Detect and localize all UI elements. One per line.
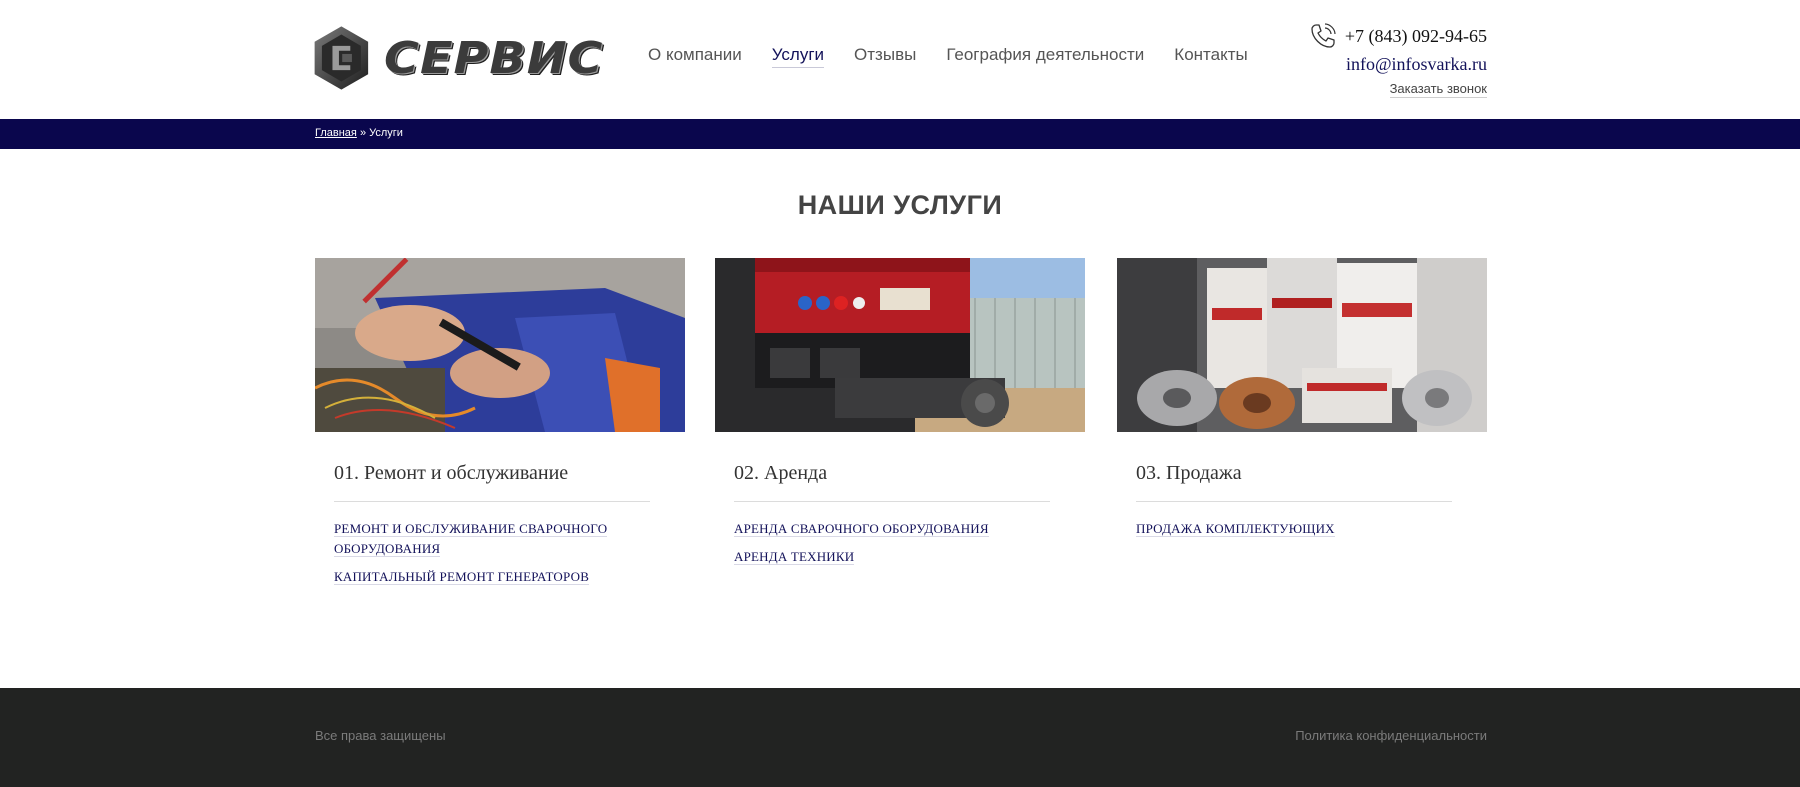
phone-number[interactable]: +7 (843) 092-94-65 bbox=[1345, 26, 1487, 47]
page-title: НАШИ УСЛУГИ bbox=[797, 190, 1003, 220]
list-item: Аренда техники bbox=[734, 547, 1034, 567]
service-links-list: Аренда сварочного оборудования Аренда те… bbox=[734, 519, 1034, 567]
welding-supplies-photo[interactable] bbox=[1117, 258, 1487, 432]
service-card-repair: 01. Ремонт и обслуживание Ремонт и обслу… bbox=[315, 258, 685, 595]
service-link[interactable]: Продажа комплектующих bbox=[1136, 521, 1335, 537]
breadcrumb-home-link[interactable]: Главная bbox=[315, 127, 357, 139]
breadcrumb-separator: » bbox=[359, 127, 367, 139]
breadcrumb: Главная » Услуги bbox=[315, 127, 403, 139]
list-item: Продажа комплектующих bbox=[1136, 519, 1436, 539]
supplies-photo-image bbox=[1117, 258, 1487, 432]
logo-hexagon-icon bbox=[314, 26, 369, 90]
site-header: СЕРВИС О компании Услуги Отзывы Географи… bbox=[0, 0, 1800, 119]
site-logo[interactable]: СЕРВИС bbox=[313, 17, 602, 99]
service-card-sales: 03. Продажа Продажа комплектующих bbox=[1117, 258, 1487, 547]
service-links-list: Ремонт и обслуживание сварочного оборудо… bbox=[334, 519, 634, 587]
breadcrumb-current: Услуги bbox=[369, 127, 403, 139]
generator-rental-photo[interactable] bbox=[715, 258, 1085, 432]
main-nav: О компании Услуги Отзывы География деяте… bbox=[648, 45, 1278, 68]
service-link[interactable]: Аренда сварочного оборудования bbox=[734, 521, 989, 537]
list-item: Ремонт и обслуживание сварочного оборудо… bbox=[334, 519, 634, 559]
repair-photo-image bbox=[315, 258, 685, 432]
nav-item-reviews[interactable]: Отзывы bbox=[854, 45, 916, 68]
header-contacts: +7 (843) 092-94-65 info@infosvarka.ru За… bbox=[1309, 22, 1487, 98]
copyright-text: Все права защищены bbox=[315, 728, 446, 743]
service-link[interactable]: Ремонт и обслуживание сварочного оборудо… bbox=[334, 521, 608, 557]
service-card-title: 02. Аренда bbox=[734, 462, 1050, 502]
service-link[interactable]: Аренда техники bbox=[734, 549, 855, 565]
service-link[interactable]: Капитальный ремонт генераторов bbox=[334, 569, 590, 585]
service-links-list: Продажа комплектующих bbox=[1136, 519, 1436, 539]
phone-icon bbox=[1311, 23, 1336, 48]
service-card-rental: 02. Аренда Аренда сварочного оборудовани… bbox=[715, 258, 1085, 575]
nav-item-about[interactable]: О компании bbox=[648, 45, 742, 68]
nav-item-contacts[interactable]: Контакты bbox=[1174, 45, 1247, 68]
repair-photo[interactable] bbox=[315, 258, 685, 432]
site-footer: Все права защищены Политика конфиденциал… bbox=[0, 688, 1800, 787]
list-item: Аренда сварочного оборудования bbox=[734, 519, 1034, 539]
breadcrumb-bar: Главная » Услуги bbox=[0, 119, 1800, 149]
phone-row: +7 (843) 092-94-65 bbox=[1309, 22, 1487, 50]
service-card-title: 03. Продажа bbox=[1136, 462, 1452, 502]
logo-text: СЕРВИС bbox=[383, 32, 604, 84]
nav-item-geography[interactable]: География деятельности bbox=[946, 45, 1144, 68]
nav-item-services[interactable]: Услуги bbox=[771, 45, 825, 68]
email-link[interactable]: info@infosvarka.ru bbox=[1309, 54, 1487, 75]
privacy-policy-link[interactable]: Политика конфиденциальности bbox=[1295, 728, 1487, 743]
callback-link[interactable]: Заказать звонок bbox=[1389, 81, 1487, 98]
service-card-title: 01. Ремонт и обслуживание bbox=[334, 462, 650, 502]
generator-photo-image bbox=[715, 258, 1085, 432]
list-item: Капитальный ремонт генераторов bbox=[334, 567, 634, 587]
